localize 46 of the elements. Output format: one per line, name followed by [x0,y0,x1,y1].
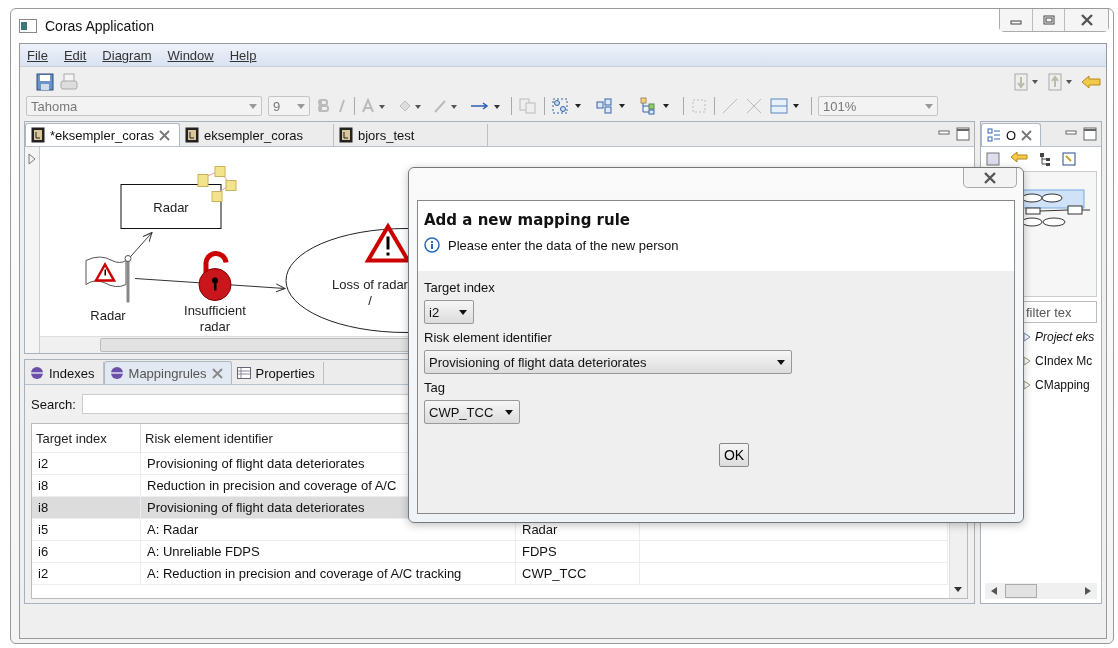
table-cell[interactable]: i8 [32,496,141,519]
zoom-combo[interactable]: 101% [818,96,938,116]
dropdown[interactable]: i2 [424,300,474,324]
table-cell[interactable]: i2 [32,562,141,585]
tree-item[interactable]: CIndex Mc [985,351,1101,371]
view-tab[interactable]: Indexes [25,362,104,384]
field-label: Target index [424,280,495,295]
ok-button[interactable]: OK [719,443,749,467]
field-label: Tag [424,380,445,395]
font-size-combo[interactable]: 9 [268,96,310,116]
tree-item[interactable]: Project eks [985,327,1101,347]
font-combo[interactable]: Tahoma [26,96,262,116]
dropdown[interactable]: CWP_TCC [424,400,520,424]
dropdown[interactable]: Provisioning of flight data deteriorates [424,350,792,374]
table-cell: A: Reduction in precision and coverage of A/C tracking [140,562,516,585]
asset-label: Radar [153,199,189,215]
table-cell: CWP_TCC [522,566,587,581]
outline-tab[interactable]: O [981,123,1042,146]
table-cell[interactable]: i6 [32,540,141,563]
menu-item[interactable]: File [27,47,48,63]
dialog-title: Add a new mapping rule [424,211,631,229]
menu-item[interactable]: Diagram [102,47,152,63]
table-cell[interactable]: i2 [32,452,141,475]
search-label: Search: [31,396,76,412]
menu-item[interactable]: Help [229,47,257,63]
editor-tab[interactable]: *eksempler_coras [25,123,180,146]
column-header[interactable]: Target index [32,424,141,453]
table-cell: Radar [522,522,558,537]
editor-tab[interactable]: bjors_test [334,124,488,146]
window-title: Coras Application [45,18,154,34]
filter-field[interactable]: filter tex [1021,301,1097,323]
tree-item[interactable]: CMapping [985,375,1101,395]
view-tab[interactable]: Properties [231,362,324,384]
editor-tab[interactable]: eksempler_coras [180,124,334,146]
incident-label: Loss of radar / [332,276,408,308]
menu-item[interactable]: Window [167,47,214,63]
table-cell[interactable]: i8 [32,474,141,497]
dialog-message: Please enter the data of the new person [448,237,679,253]
view-tab[interactable]: Mappingrules [103,361,232,384]
vulnerability-label: Insufficient radar [184,302,246,334]
field-label: Risk element identifier [424,330,552,345]
table-cell: FDPS [522,544,557,559]
threat-label: Radar [90,307,126,323]
menu-item[interactable]: Edit [63,47,87,63]
table-cell[interactable]: i5 [32,518,141,541]
table-cell: A: Unreliable FDPS [140,540,516,563]
